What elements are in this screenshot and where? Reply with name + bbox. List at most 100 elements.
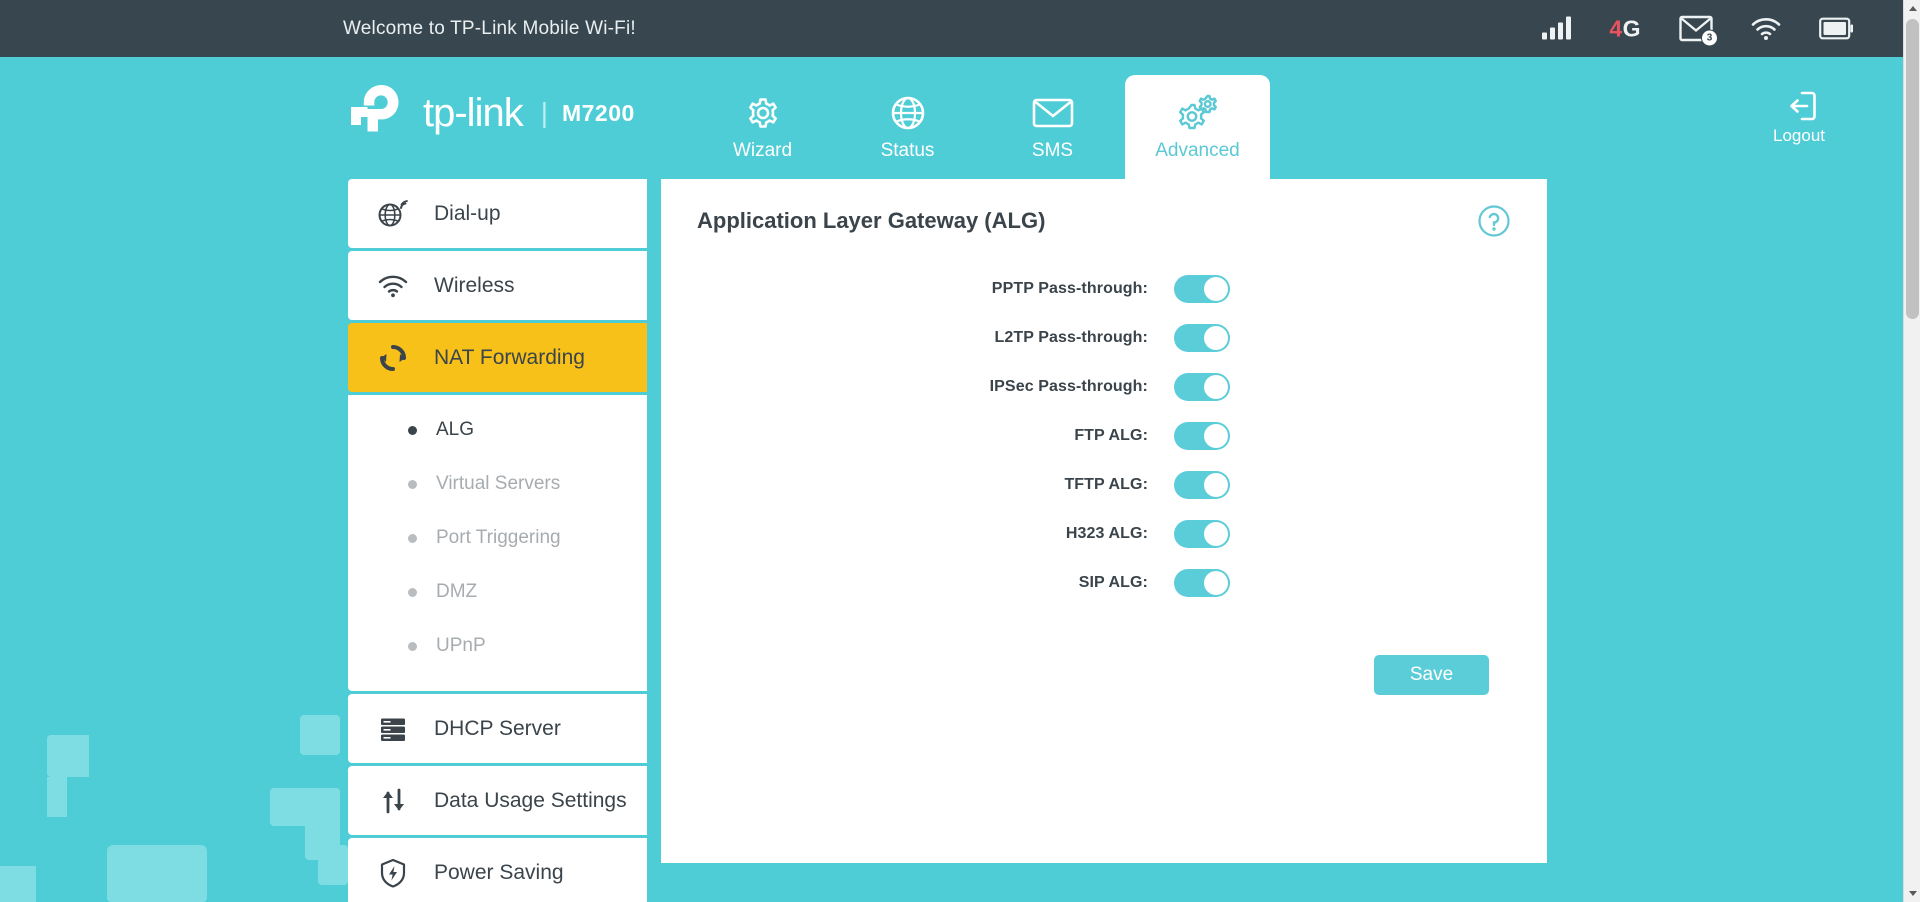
device-model: M7200	[562, 100, 635, 127]
sidebar-subitem-alg[interactable]: ALG	[348, 403, 647, 457]
envelope-icon	[1032, 93, 1074, 133]
form-row-sip-alg: SIP ALG:	[661, 558, 1547, 607]
sidebar-item-label: NAT Forwarding	[434, 346, 585, 370]
mail-icon: 3	[1679, 16, 1713, 42]
sidebar-item-label: DHCP Server	[434, 717, 561, 741]
wifi-icon	[378, 271, 408, 301]
sidebar-item-data-usage-settings[interactable]: Data Usage Settings	[348, 766, 647, 835]
bullet-icon	[408, 480, 417, 489]
sidebar-item-label: Dial-up	[434, 202, 501, 226]
nav-tab-label: Status	[881, 140, 935, 162]
page-scrollbar[interactable]	[1903, 0, 1920, 902]
toggle-tftp-alg[interactable]	[1174, 471, 1230, 499]
content-panel: Application Layer Gateway (ALG) PPTP Pas…	[661, 179, 1547, 863]
sidebar-item-wireless[interactable]: Wireless	[348, 251, 647, 320]
toggle-sip-alg[interactable]	[1174, 569, 1230, 597]
toggle-ipsec-pass-through[interactable]	[1174, 373, 1230, 401]
form-row-l2tp-pass-through: L2TP Pass-through:	[661, 313, 1547, 362]
toggle-knob	[1204, 571, 1228, 595]
bullet-icon	[408, 534, 417, 543]
sidebar-item-power-saving[interactable]: Power Saving	[348, 838, 647, 902]
sidebar-item-dhcp-server[interactable]: DHCP Server	[348, 694, 647, 763]
nav-tab-wizard[interactable]: Wizard	[690, 75, 835, 179]
globe-signal-icon	[378, 199, 408, 229]
main-nav: Wizard Status	[690, 57, 1270, 179]
logout-button[interactable]: Logout	[1773, 91, 1825, 146]
sidebar-item-nat-forwarding[interactable]: NAT Forwarding	[348, 323, 647, 392]
sidebar-subitem-label: Virtual Servers	[436, 473, 560, 495]
toggle-knob	[1204, 473, 1228, 497]
toggle-h323-alg[interactable]	[1174, 520, 1230, 548]
sidebar-subitem-label: Port Triggering	[436, 527, 561, 549]
form-row-ftp-alg: FTP ALG:	[661, 411, 1547, 460]
nav-tab-label: Wizard	[733, 140, 792, 162]
scrollbar-thumb[interactable]	[1906, 19, 1919, 319]
sidebar-subitem-label: ALG	[436, 419, 474, 441]
question-mark-circle-icon[interactable]	[1477, 204, 1511, 238]
app-header: tp-link | M7200 Wizard	[0, 57, 1903, 179]
sidebar-submenu-nat-forwarding: ALG Virtual Servers Port Triggering DMZ …	[348, 395, 647, 691]
toggle-knob	[1204, 277, 1228, 301]
deco-block	[0, 866, 36, 902]
field-label: L2TP Pass-through:	[661, 329, 1174, 347]
nav-tab-sms[interactable]: SMS	[980, 75, 1125, 179]
network-type-label: 4G	[1609, 15, 1641, 42]
bullet-icon	[408, 588, 417, 597]
battery-icon	[1819, 18, 1853, 40]
device-status-bar: Welcome to TP-Link Mobile Wi-Fi! 4G 3	[0, 0, 1903, 57]
toggle-pptp-pass-through[interactable]	[1174, 275, 1230, 303]
sidebar-item-label: Wireless	[434, 274, 515, 298]
sidebar-item-dial-up[interactable]: Dial-up	[348, 179, 647, 248]
nat-refresh-icon	[378, 343, 408, 373]
toggle-l2tp-pass-through[interactable]	[1174, 324, 1230, 352]
deco-block	[47, 777, 67, 817]
nav-tab-advanced[interactable]: Advanced	[1125, 75, 1270, 179]
sidebar-subitem-dmz[interactable]: DMZ	[348, 565, 647, 619]
sidebar-subitem-upnp[interactable]: UPnP	[348, 619, 647, 673]
form-row-tftp-alg: TFTP ALG:	[661, 460, 1547, 509]
form-row-ipsec-pass-through: IPSec Pass-through:	[661, 362, 1547, 411]
toggle-ftp-alg[interactable]	[1174, 422, 1230, 450]
toggle-knob	[1204, 326, 1228, 350]
field-label: TFTP ALG:	[661, 476, 1174, 494]
mail-badge: 3	[1701, 30, 1718, 47]
welcome-title: Welcome to TP-Link Mobile Wi-Fi!	[343, 18, 636, 40]
deco-block	[318, 845, 348, 885]
scrollbar-up-arrow-icon[interactable]	[1904, 0, 1920, 17]
field-label: PPTP Pass-through:	[661, 280, 1174, 298]
save-button[interactable]: Save	[1374, 655, 1489, 695]
up-down-arrows-icon	[378, 786, 408, 816]
bullet-icon	[408, 642, 417, 651]
sidebar-subitem-port-triggering[interactable]: Port Triggering	[348, 511, 647, 565]
network-type-suffix: G	[1623, 15, 1641, 41]
logout-icon	[1782, 91, 1816, 121]
nav-tab-status[interactable]: Status	[835, 75, 980, 179]
field-label: SIP ALG:	[661, 574, 1174, 592]
brand-logo: tp-link | M7200	[345, 83, 635, 143]
deco-block	[300, 715, 340, 755]
toggle-knob	[1204, 522, 1228, 546]
brand-wordmark: tp-link	[423, 91, 523, 136]
page-title: Application Layer Gateway (ALG)	[697, 208, 1045, 234]
sidebar-subitem-label: UPnP	[436, 635, 486, 657]
scrollbar-down-arrow-icon[interactable]	[1904, 885, 1920, 902]
wifi-icon	[1751, 17, 1781, 41]
brand-separator: |	[541, 97, 548, 129]
tp-link-logo-icon	[345, 83, 419, 143]
deco-block	[107, 845, 207, 902]
gear-icon	[744, 93, 782, 133]
shield-bolt-icon	[378, 858, 408, 888]
logout-label: Logout	[1773, 126, 1825, 146]
form-row-h323-alg: H323 ALG:	[661, 509, 1547, 558]
field-label: H323 ALG:	[661, 525, 1174, 543]
sidebar-subitem-virtual-servers[interactable]: Virtual Servers	[348, 457, 647, 511]
globe-icon	[889, 93, 927, 133]
network-type-prefix: 4	[1609, 15, 1622, 41]
double-gear-icon	[1175, 93, 1221, 133]
sidebar-item-label: Data Usage Settings	[434, 789, 627, 813]
deco-block	[47, 735, 89, 777]
signal-bars-icon	[1542, 18, 1571, 40]
nav-tab-label: Advanced	[1155, 140, 1240, 162]
field-label: IPSec Pass-through:	[661, 378, 1174, 396]
alg-settings-form: PPTP Pass-through: L2TP Pass-through: IP…	[661, 264, 1547, 607]
